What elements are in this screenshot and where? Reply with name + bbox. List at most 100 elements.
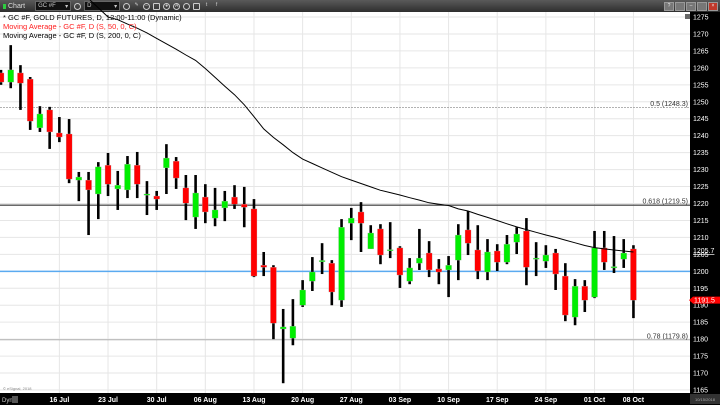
candle-up xyxy=(484,251,491,273)
candle-up xyxy=(192,192,199,218)
candle-down xyxy=(581,286,588,301)
date-tick-label: 30 Jul xyxy=(147,397,167,404)
candle-down xyxy=(260,265,267,268)
date-tick-label: 17 Sep xyxy=(486,397,509,404)
candle-up xyxy=(503,244,511,263)
candle-down xyxy=(250,208,258,277)
date-tick-label: 23 Jul xyxy=(98,397,118,404)
candle-up xyxy=(299,289,306,306)
candle-down xyxy=(241,204,248,208)
candle-up xyxy=(114,185,121,190)
candle-up xyxy=(318,260,326,262)
price-tick-label: 1225 xyxy=(693,184,709,191)
candle-up xyxy=(542,254,550,262)
candle-wick xyxy=(281,308,285,384)
candle-down xyxy=(153,195,160,200)
mode-label[interactable]: Dyn xyxy=(2,398,13,404)
candle-down xyxy=(270,267,277,324)
date-tick-label: 24 Sep xyxy=(535,397,558,404)
candle-up xyxy=(75,176,82,181)
price-tick-label: 1170 xyxy=(693,371,708,378)
candle-down xyxy=(425,252,433,271)
candle-up xyxy=(163,157,170,169)
price-tick-label: 1240 xyxy=(693,133,709,140)
candle-up xyxy=(406,267,413,282)
candle-up xyxy=(591,247,598,298)
legend-ma50: Moving Average - GC #F, D (S, 50, 0, C) xyxy=(3,22,137,31)
candle-up xyxy=(513,233,520,243)
price-tick-label: 1195 xyxy=(693,286,708,293)
candle-up xyxy=(387,249,394,251)
candle-wick xyxy=(165,144,168,195)
candle-down xyxy=(396,247,404,276)
candle-down xyxy=(134,165,141,185)
candle-up xyxy=(7,69,14,83)
price-tick-label: 1270 xyxy=(693,31,709,38)
ma200-value-label: 1205.7 xyxy=(693,248,715,255)
candle-wick xyxy=(213,187,217,227)
candle-down xyxy=(474,249,481,272)
candle-up xyxy=(338,227,345,301)
candle-down xyxy=(435,268,443,273)
date-tick-label: 16 Jul xyxy=(49,397,69,404)
date-tick-label: 01 Oct xyxy=(584,397,606,404)
candle-up xyxy=(143,193,151,196)
price-tick-label: 1175 xyxy=(693,354,708,361)
price-tick-label: 1260 xyxy=(693,65,709,72)
candle-down xyxy=(56,132,63,138)
price-tick-label: 1220 xyxy=(693,201,709,208)
candle-up xyxy=(124,164,131,191)
axis-config-icon[interactable] xyxy=(685,14,690,19)
grid xyxy=(0,12,690,393)
candle-down xyxy=(17,72,24,84)
candle-up xyxy=(416,257,423,264)
candle-up xyxy=(309,271,316,282)
date-tick-label: 06 Aug xyxy=(194,397,217,404)
price-tick-label: 1250 xyxy=(693,99,709,106)
price-tick-label: 1255 xyxy=(693,82,709,89)
candle-wick xyxy=(447,256,450,298)
price-tick-label: 1275 xyxy=(693,15,709,22)
candle-down xyxy=(562,275,569,316)
candle-wick xyxy=(58,117,61,143)
legend-ma200: Moving Average - GC #F, D (S, 200, 0, C) xyxy=(3,31,141,40)
candle-down xyxy=(231,196,238,205)
candle-wick xyxy=(155,190,158,210)
mode-toggle[interactable] xyxy=(12,396,18,403)
candles xyxy=(0,45,637,384)
price-tick-label: 1210 xyxy=(693,235,709,242)
price-tick-label: 1215 xyxy=(693,218,709,225)
candle-down xyxy=(601,247,608,263)
candle-down xyxy=(104,165,112,185)
chart-legend: * GC #F, GOLD FUTURES, D, 12:00-11:00 (D… xyxy=(3,13,182,40)
candle-up xyxy=(280,326,287,330)
candle-wick xyxy=(77,171,81,202)
candle-down xyxy=(85,179,92,191)
candle-down xyxy=(377,228,384,256)
date-tick-label: 20 Aug xyxy=(291,397,314,404)
price-tick-label: 1265 xyxy=(693,48,709,55)
candle-up xyxy=(610,266,618,269)
candle-up xyxy=(367,232,374,250)
candle-down xyxy=(172,160,180,179)
candle-down xyxy=(630,248,637,301)
candle-down xyxy=(0,72,5,83)
candle-wick xyxy=(349,207,353,241)
candle-down xyxy=(494,250,501,263)
price-chart[interactable]: 0.5 (1248.3)0.618 (1219.5)0.78 (1179.8) … xyxy=(0,0,720,405)
fib-level-label: 0.78 (1179.8) xyxy=(647,333,688,340)
candle-up xyxy=(348,217,355,224)
candle-down xyxy=(357,211,365,224)
date-box-text: 10/15/2018 xyxy=(695,397,716,402)
candle-up xyxy=(95,166,102,195)
price-tick-label: 1230 xyxy=(693,167,709,174)
candle-wick xyxy=(262,251,266,277)
date-tick-label: 10 Sep xyxy=(437,397,460,404)
candle-wick xyxy=(291,299,295,346)
candle-down xyxy=(65,133,73,180)
candle-up xyxy=(533,257,540,260)
candle-wick xyxy=(145,181,149,216)
watermark: © eSignal, 2018 xyxy=(3,386,32,391)
candle-down xyxy=(523,230,530,268)
candle-down xyxy=(328,263,335,293)
